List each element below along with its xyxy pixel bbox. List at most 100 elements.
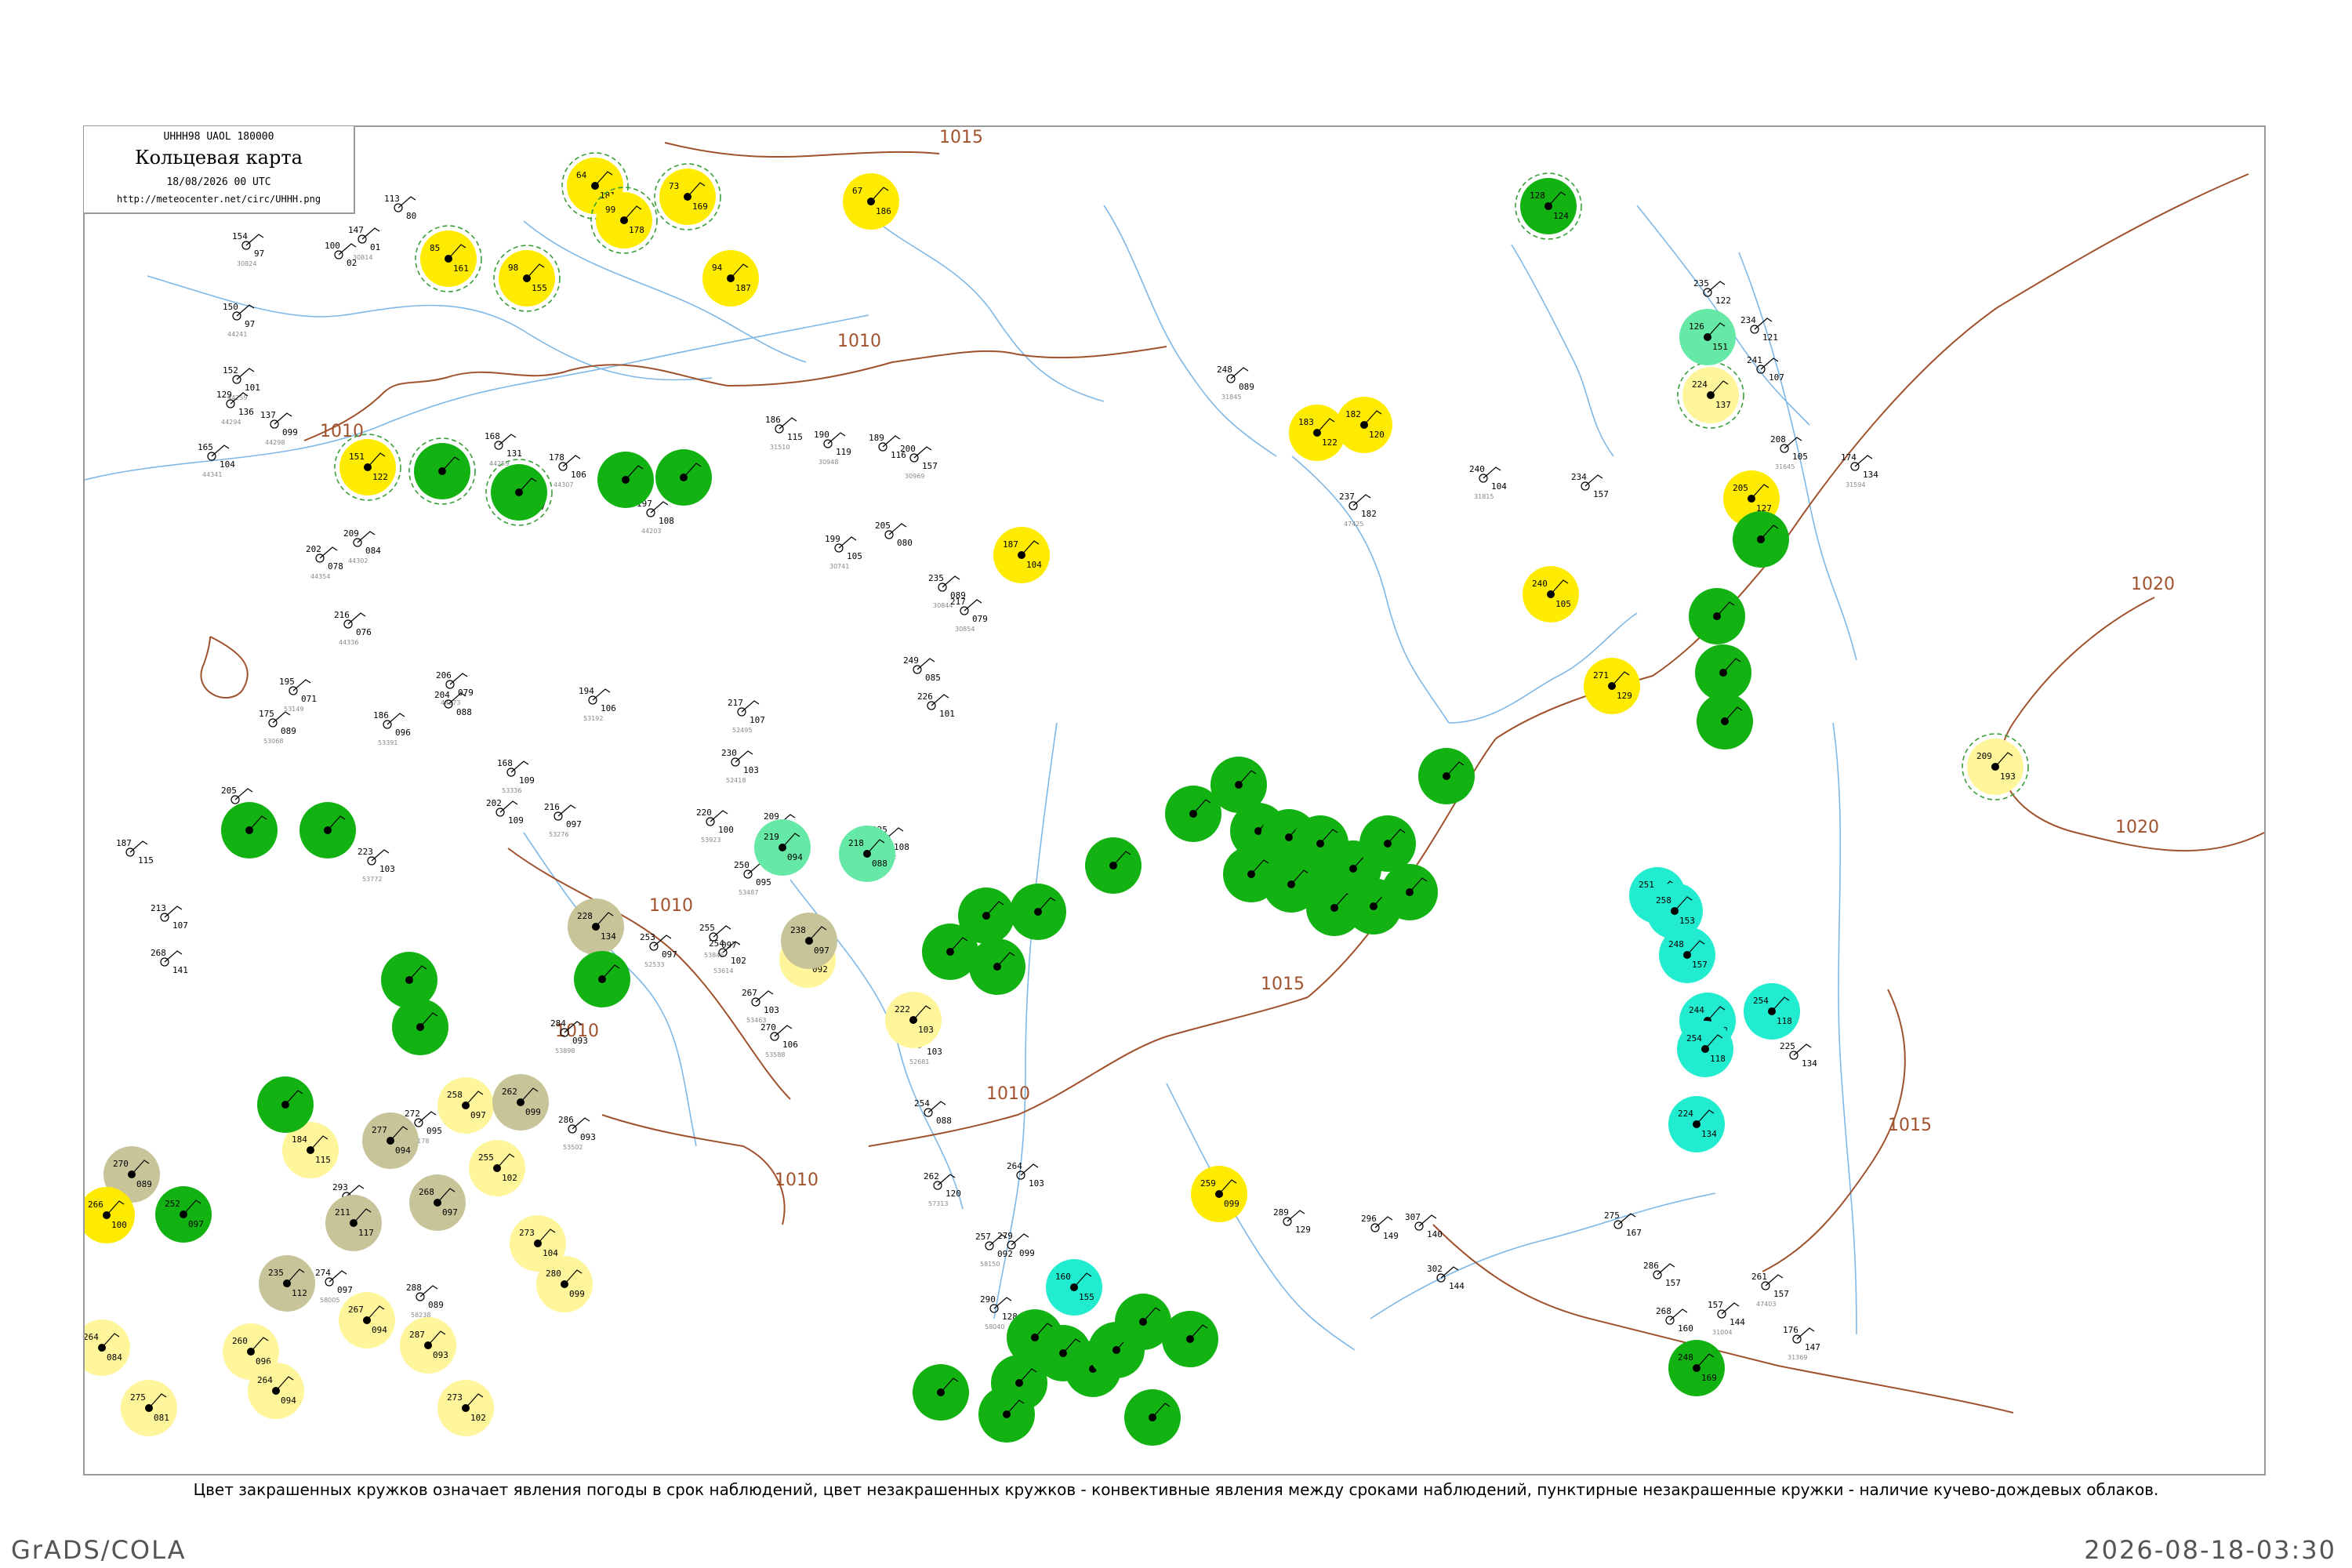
weather-symbol-rain[interactable] [485, 459, 553, 526]
weather-symbol-rain[interactable] [1689, 588, 1745, 644]
station-plot[interactable]: 113 80 [384, 194, 416, 221]
weather-symbol-rain[interactable] [221, 802, 278, 858]
station-plot[interactable]: 168 10953336 [497, 758, 535, 794]
station-plot[interactable]: 20607944373 [436, 670, 474, 706]
station-plot[interactable]: 234 121 [1740, 315, 1778, 343]
weather-symbol-rain[interactable] [1359, 815, 1416, 872]
weather-symbol-fog[interactable]: 259 099 [1191, 1166, 1247, 1222]
station-plot[interactable]: 137 099 44298 [260, 410, 298, 446]
weather-symbol-rain[interactable] [969, 938, 1025, 995]
station-plot[interactable]: 186 09653391 [373, 710, 411, 746]
station-plot[interactable]: 234 157 [1571, 472, 1609, 499]
station-plot[interactable]: 174 13431594 [1841, 452, 1878, 488]
weather-symbol-haze[interactable]: 222 103 [885, 992, 942, 1048]
weather-symbol-rain[interactable] [1733, 511, 1789, 568]
weather-symbol-haze[interactable]: 287 093 [400, 1317, 456, 1374]
station-plot[interactable]: 209 08444302 [343, 528, 381, 564]
station-plot[interactable]: 286 157 [1643, 1261, 1681, 1288]
station-plot[interactable]: 154 9730824 [232, 231, 264, 267]
weather-symbol-shower[interactable]: 160 155 [1046, 1259, 1102, 1316]
weather-symbol-rain[interactable] [1381, 864, 1438, 920]
weather-symbol-fog[interactable]: 98 155 [493, 245, 561, 312]
station-plot[interactable]: 216 097 53276 [544, 802, 582, 838]
weather-symbol-rain[interactable]: 128 124 [1515, 172, 1582, 240]
station-plot[interactable]: 274 097 58005 [315, 1268, 353, 1304]
station-plot[interactable]: 302 144 [1427, 1264, 1465, 1291]
weather-symbol-rain[interactable] [1010, 884, 1066, 940]
weather-symbol-light_shower[interactable]: 126 151 [1679, 309, 1736, 365]
weather-symbol-haze[interactable]: 264 084 [85, 1319, 130, 1376]
weather-symbol-light_shower[interactable]: 219 094 [754, 819, 811, 876]
weather-symbol-rain[interactable] [1418, 748, 1475, 804]
weather-symbol-rain[interactable] [1697, 693, 1753, 750]
weather-symbol-haze[interactable]: 209 193 [1962, 733, 2029, 800]
station-plot[interactable]: 253 09752533 [640, 932, 677, 968]
weather-symbol-haze[interactable]: 224 137 [1677, 361, 1744, 429]
station-plot[interactable]: 289 129 [1273, 1207, 1311, 1235]
weather-symbol-fog[interactable]: 187 104 [993, 527, 1050, 583]
station-plot[interactable]: 225 134 [1780, 1041, 1817, 1069]
station-plot[interactable]: 275 167 [1604, 1210, 1642, 1238]
station-plot[interactable]: 261 157 47403 [1751, 1272, 1789, 1308]
station-plot[interactable]: 176 147 31369 [1783, 1325, 1820, 1361]
weather-symbol-dust[interactable]: 277 094 [362, 1112, 419, 1169]
weather-symbol-rain[interactable] [381, 952, 437, 1008]
weather-symbol-fog[interactable]: 99 178 [590, 187, 658, 254]
station-plot[interactable]: 286 093 53502 [558, 1115, 596, 1151]
station-plot[interactable]: 16813144259 [485, 431, 522, 467]
station-plot[interactable]: 268 160 [1656, 1306, 1693, 1334]
station-plot[interactable]: 187 115 [116, 838, 154, 866]
weather-symbol-haze[interactable]: 267 094 [339, 1292, 395, 1348]
weather-symbol-haze[interactable]: 255 102 [469, 1140, 525, 1196]
station-plot[interactable]: 249 085 [903, 655, 941, 683]
station-plot[interactable]: 254 088 [914, 1098, 952, 1126]
weather-symbol-rain[interactable] [978, 1386, 1035, 1443]
station-plot[interactable]: 157 144 31004 [1708, 1300, 1745, 1336]
station-plot[interactable]: 208 10531645 [1770, 434, 1808, 470]
station-plot[interactable]: 262 12057313 [924, 1171, 961, 1207]
station-plot[interactable]: 200 157 30969 [900, 444, 938, 480]
station-plot[interactable]: 307 140 [1405, 1212, 1443, 1240]
weather-symbol-rain[interactable] [574, 951, 630, 1007]
weather-symbol-fog[interactable]: 73 169 [654, 163, 721, 230]
weather-symbol-rain[interactable] [299, 802, 356, 858]
weather-symbol-shower[interactable]: 224 134 [1668, 1096, 1725, 1152]
weather-symbol-haze[interactable]: 280 099 [536, 1256, 593, 1312]
weather-symbol-light_shower[interactable]: 218 088 [839, 826, 895, 882]
station-plot[interactable]: 194 106 53192 [579, 686, 616, 722]
station-plot[interactable]: 199 105 30741 [825, 534, 862, 570]
weather-symbol-shower[interactable]: 254 118 [1744, 983, 1800, 1040]
weather-symbol-fog[interactable]: 183 122 [1289, 405, 1345, 461]
source-url[interactable]: http://meteocenter.net/circ/UHHH.png [84, 194, 354, 205]
station-plot[interactable]: 150 97 44241 [223, 302, 255, 338]
weather-symbol-haze[interactable]: 273 102 [437, 1380, 494, 1436]
station-plot[interactable]: 235 122 [1693, 278, 1731, 306]
station-plot[interactable]: 186 115 31510 [765, 415, 803, 451]
station-plot[interactable]: 190 119 30948 [814, 430, 851, 466]
weather-symbol-fog[interactable]: 94 187 [702, 250, 759, 307]
station-plot[interactable]: 296 149 [1361, 1214, 1399, 1241]
weather-symbol-rain[interactable]: 248 169 [1668, 1340, 1725, 1396]
weather-symbol-rain[interactable] [257, 1076, 314, 1133]
weather-symbol-haze[interactable]: 264 094 [248, 1363, 304, 1419]
weather-symbol-fog[interactable]: 271 129 [1584, 658, 1640, 714]
weather-symbol-rain[interactable] [408, 437, 476, 505]
weather-symbol-fog[interactable]: 67 186 [843, 173, 899, 230]
station-plot[interactable]: 216 076 44336 [334, 610, 372, 646]
weather-symbol-haze[interactable]: 275 081 [121, 1380, 177, 1436]
station-plot[interactable]: 240 10431815 [1469, 464, 1507, 500]
weather-symbol-shower[interactable]: 254 118 [1677, 1021, 1733, 1077]
weather-symbol-rain[interactable] [913, 1364, 969, 1421]
weather-symbol-rain[interactable] [1124, 1389, 1181, 1446]
station-plot[interactable]: 178 10644307 [549, 452, 586, 488]
station-plot[interactable]: 264 103 [1007, 1161, 1044, 1189]
station-plot[interactable]: 1470130814 [348, 225, 380, 261]
weather-symbol-rain[interactable] [1085, 837, 1142, 894]
weather-symbol-fog[interactable]: 151 122 [334, 434, 401, 501]
weather-symbol-dust[interactable]: 238 097 [781, 913, 837, 969]
weather-symbol-fog[interactable]: 85 161 [415, 225, 482, 292]
station-plot[interactable]: 248 089 31845 [1217, 365, 1254, 401]
weather-symbol-rain[interactable] [597, 452, 654, 508]
weather-symbol-haze[interactable]: 258 097 [437, 1077, 494, 1134]
weather-symbol-dust[interactable]: 211 117 [325, 1195, 382, 1251]
